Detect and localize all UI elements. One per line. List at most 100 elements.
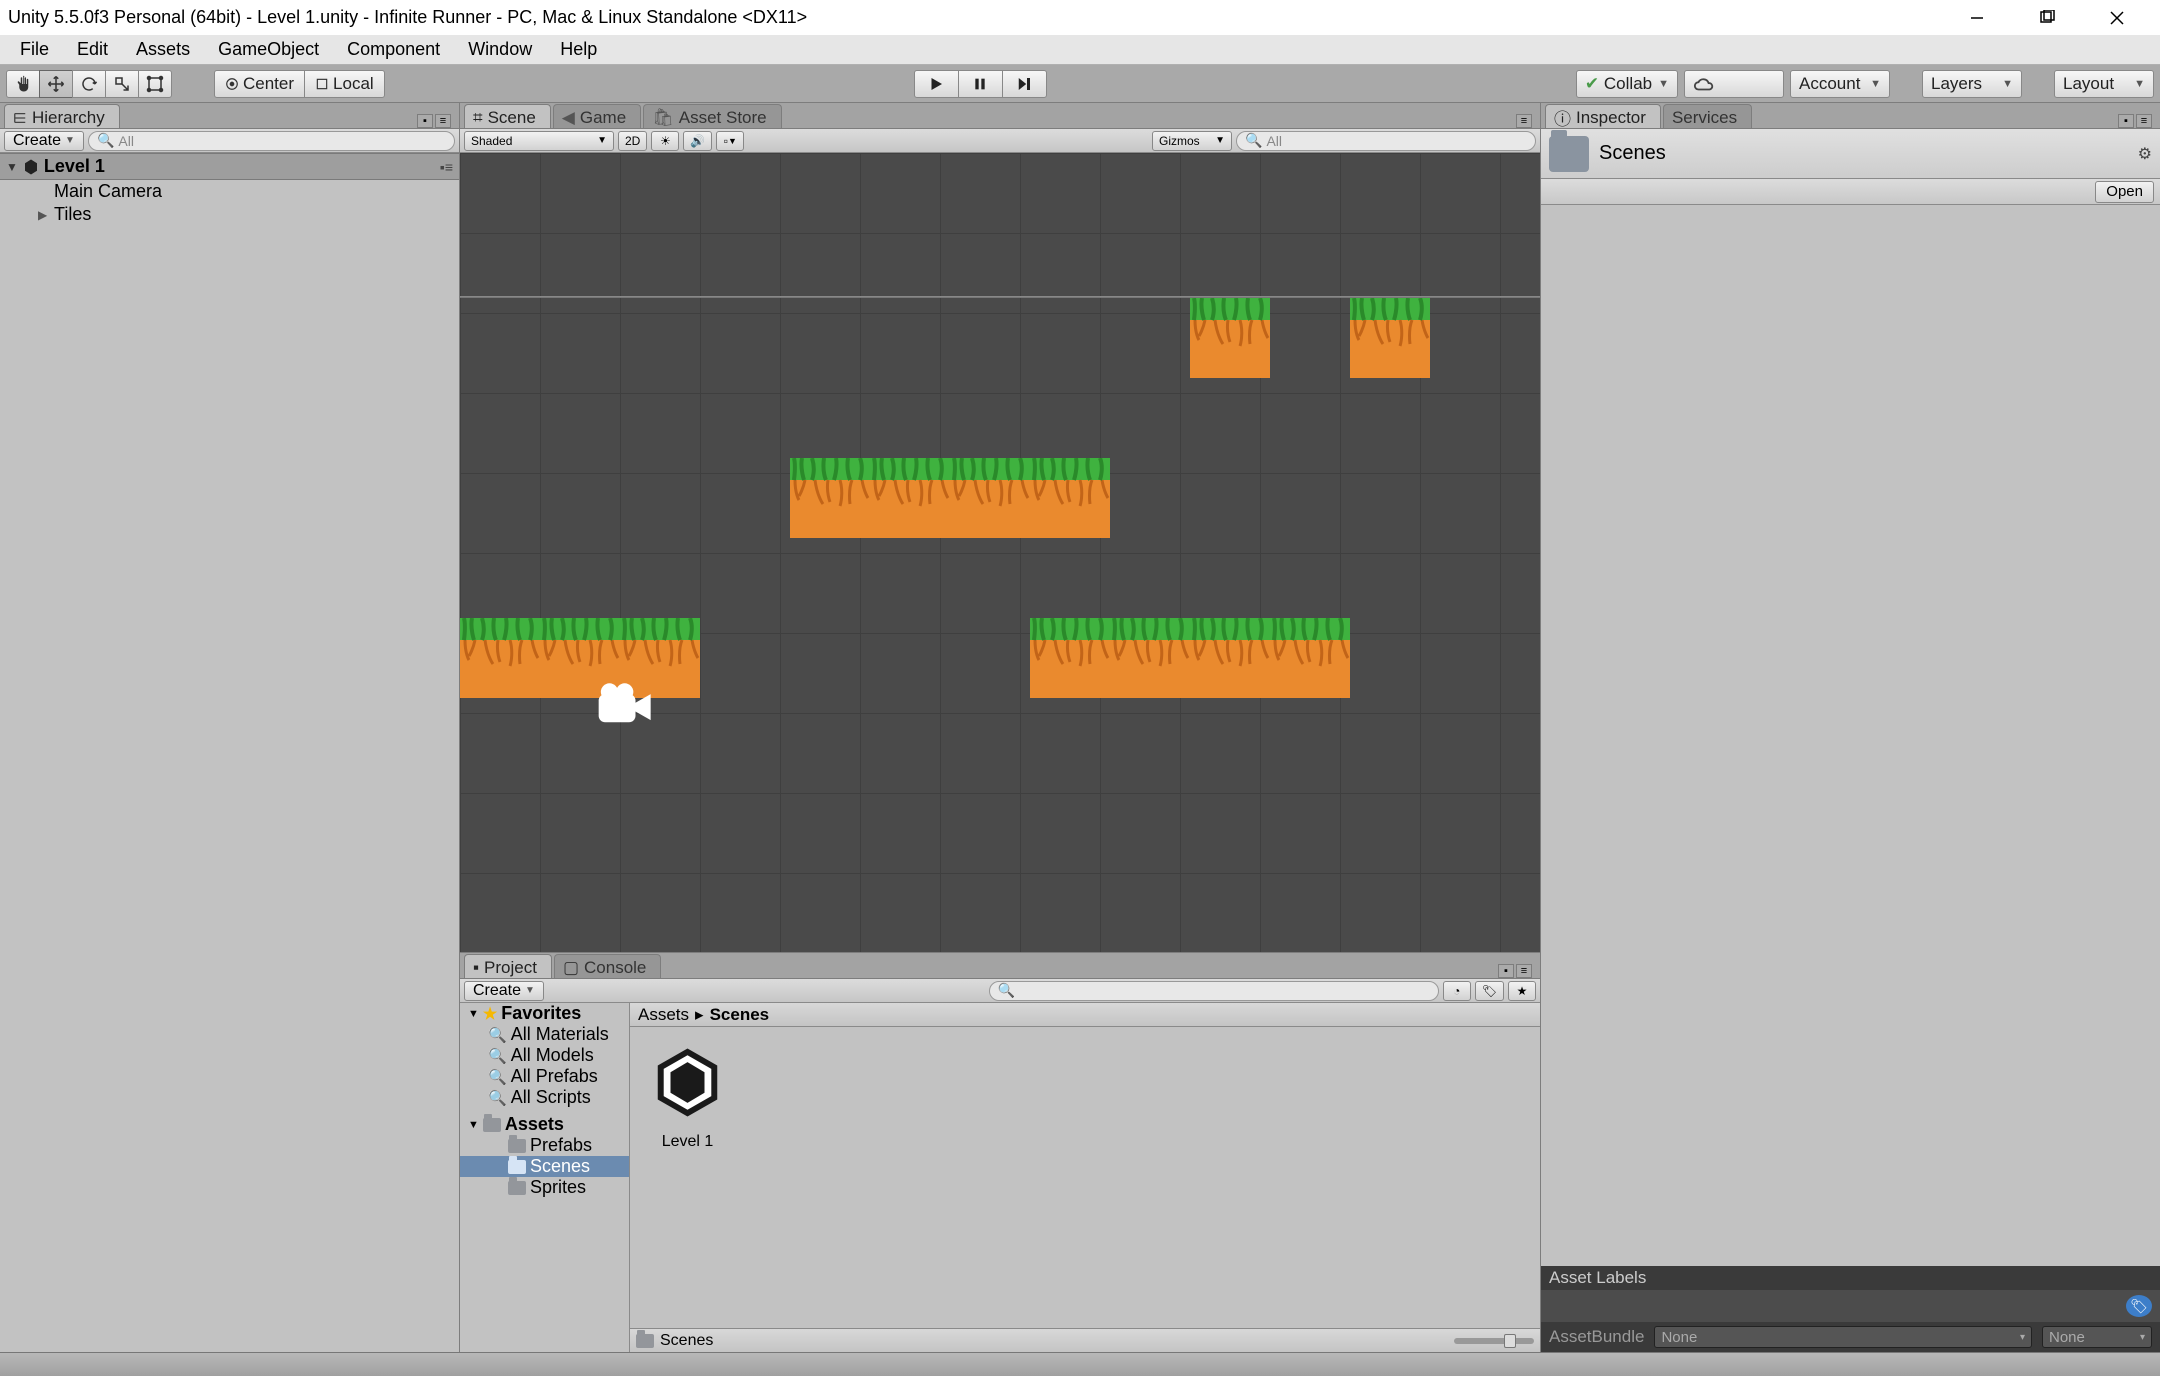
- scene-tile[interactable]: [1110, 618, 1190, 698]
- scene-tile[interactable]: [1030, 618, 1110, 698]
- 2d-toggle[interactable]: 2D: [618, 131, 647, 151]
- asset-labels-header[interactable]: Asset Labels: [1541, 1266, 2160, 1290]
- maximize-button[interactable]: [2012, 0, 2082, 35]
- breadcrumb-item[interactable]: Scenes: [710, 1005, 770, 1025]
- hand-tool[interactable]: [6, 70, 40, 98]
- audio-toggle[interactable]: 🔊: [683, 131, 712, 151]
- space-toggle[interactable]: Local: [304, 70, 385, 98]
- scene-tile[interactable]: [950, 458, 1030, 538]
- scene-tile[interactable]: [870, 458, 950, 538]
- folder-item[interactable]: Scenes: [460, 1156, 629, 1177]
- layers-button[interactable]: Layers▼: [1922, 70, 2022, 98]
- favorites-header[interactable]: ▼★Favorites: [460, 1003, 629, 1024]
- menu-component[interactable]: Component: [333, 35, 454, 64]
- asset-item[interactable]: Level 1: [640, 1037, 735, 1151]
- tab-scene[interactable]: ⌗Scene: [464, 104, 551, 128]
- menu-file[interactable]: File: [6, 35, 63, 64]
- tab-inspector[interactable]: ⓘInspector: [1545, 104, 1661, 128]
- folder-item[interactable]: Sprites: [460, 1177, 629, 1198]
- menu-window[interactable]: Window: [454, 35, 546, 64]
- scene-menu-icon[interactable]: ▪≡: [440, 159, 453, 175]
- scene-toolbar: Shaded▼ 2D ☀ 🔊 ▫▼ Gizmos▼ 🔍All: [460, 129, 1540, 153]
- step-button[interactable]: [1002, 70, 1047, 98]
- project-tree[interactable]: ▼★Favorites 🔍All Materials 🔍All Models 🔍…: [460, 1003, 630, 1352]
- hierarchy-item[interactable]: ▶Tiles: [0, 203, 459, 226]
- panel-menu-icon[interactable]: ≡: [2136, 114, 2152, 128]
- lighting-toggle[interactable]: ☀: [651, 131, 679, 151]
- folder-item[interactable]: Prefabs: [460, 1135, 629, 1156]
- pivot-toggle[interactable]: Center: [214, 70, 305, 98]
- close-button[interactable]: [2082, 0, 2152, 35]
- gizmos-dropdown[interactable]: Gizmos▼: [1152, 131, 1232, 151]
- tab-game[interactable]: ◀Game: [553, 104, 641, 128]
- assetbundle-variant-field[interactable]: None▾: [2042, 1326, 2152, 1348]
- favorite-label: All Models: [511, 1045, 594, 1066]
- open-button[interactable]: Open: [2095, 181, 2154, 203]
- favorite-item[interactable]: 🔍All Materials: [460, 1024, 629, 1045]
- hierarchy-item[interactable]: Main Camera: [0, 180, 459, 203]
- tab-services[interactable]: Services: [1663, 104, 1752, 128]
- scene-tile[interactable]: [790, 458, 870, 538]
- panel-menu-icon[interactable]: ≡: [1516, 964, 1532, 978]
- rect-tool[interactable]: [138, 70, 172, 98]
- scene-tile[interactable]: [1350, 298, 1430, 378]
- search-save[interactable]: ★: [1508, 981, 1536, 1001]
- project-create-button[interactable]: Create▼: [464, 981, 544, 1001]
- icon-size-slider[interactable]: [1454, 1338, 1534, 1344]
- scene-tile[interactable]: [1270, 618, 1350, 698]
- transform-tool-group: [6, 70, 172, 98]
- shading-dropdown[interactable]: Shaded▼: [464, 131, 614, 151]
- gear-icon[interactable]: ⚙: [2138, 144, 2152, 164]
- project-search[interactable]: 🔍: [989, 981, 1439, 1001]
- scene-search[interactable]: 🔍All: [1236, 131, 1536, 151]
- project-breadcrumb[interactable]: Assets ▸ Scenes: [630, 1003, 1540, 1027]
- scene-tab-label: Scene: [488, 108, 536, 128]
- scene-tile[interactable]: [1190, 298, 1270, 378]
- tag-icon[interactable]: 🏷: [2126, 1295, 2152, 1317]
- tab-console[interactable]: ▢Console: [554, 954, 661, 978]
- panel-lock-icon[interactable]: ▪: [417, 114, 433, 128]
- hierarchy-search[interactable]: 🔍All: [88, 131, 455, 151]
- hierarchy-tree[interactable]: ▼ Level 1 ▪≡ Main Camera ▶Tiles: [0, 153, 459, 1352]
- camera-gizmo[interactable]: [590, 678, 655, 733]
- tab-hierarchy[interactable]: Hierarchy: [4, 104, 120, 128]
- tab-asset-store[interactable]: 🛍Asset Store: [643, 104, 781, 128]
- favorite-item[interactable]: 🔍All Models: [460, 1045, 629, 1066]
- account-button[interactable]: Account▼: [1790, 70, 1890, 98]
- favorite-item[interactable]: 🔍All Scripts: [460, 1087, 629, 1108]
- rotate-tool[interactable]: [72, 70, 106, 98]
- scene-search-placeholder: All: [1266, 133, 1282, 149]
- play-button[interactable]: [914, 70, 959, 98]
- panel-lock-icon[interactable]: ▪: [1498, 964, 1514, 978]
- hierarchy-create-button[interactable]: Create▼: [4, 131, 84, 151]
- search-filter-object[interactable]: ◔: [1443, 981, 1471, 1001]
- collab-button[interactable]: ✔ Collab▼: [1576, 70, 1678, 98]
- scene-tile[interactable]: [460, 618, 540, 698]
- panel-menu-icon[interactable]: ≡: [1516, 114, 1532, 128]
- move-tool[interactable]: [39, 70, 73, 98]
- search-filter-type[interactable]: 🏷: [1475, 981, 1504, 1001]
- assetbundle-name-field[interactable]: None▾: [1654, 1326, 2032, 1348]
- fx-dropdown[interactable]: ▫▼: [716, 131, 744, 151]
- favorite-item[interactable]: 🔍All Prefabs: [460, 1066, 629, 1087]
- hierarchy-scene-header[interactable]: ▼ Level 1 ▪≡: [0, 153, 459, 180]
- scale-tool[interactable]: [105, 70, 139, 98]
- scene-view[interactable]: [460, 153, 1540, 952]
- menu-help[interactable]: Help: [546, 35, 611, 64]
- asset-grid[interactable]: Level 1: [630, 1027, 1540, 1328]
- menu-edit[interactable]: Edit: [63, 35, 122, 64]
- scene-tile[interactable]: [1190, 618, 1270, 698]
- cloud-button[interactable]: [1684, 70, 1784, 98]
- breadcrumb-item[interactable]: Assets: [638, 1005, 689, 1025]
- panel-menu-icon[interactable]: ≡: [435, 114, 451, 128]
- inspector-object-name: Scenes: [1599, 142, 2128, 165]
- pause-button[interactable]: [958, 70, 1003, 98]
- menu-gameobject[interactable]: GameObject: [204, 35, 333, 64]
- minimize-button[interactable]: [1942, 0, 2012, 35]
- panel-lock-icon[interactable]: ▪: [2118, 114, 2134, 128]
- menu-assets[interactable]: Assets: [122, 35, 204, 64]
- assets-header[interactable]: ▼Assets: [460, 1114, 629, 1135]
- scene-tile[interactable]: [1030, 458, 1110, 538]
- tab-project[interactable]: ▪Project: [464, 954, 552, 978]
- layout-button[interactable]: Layout▼: [2054, 70, 2154, 98]
